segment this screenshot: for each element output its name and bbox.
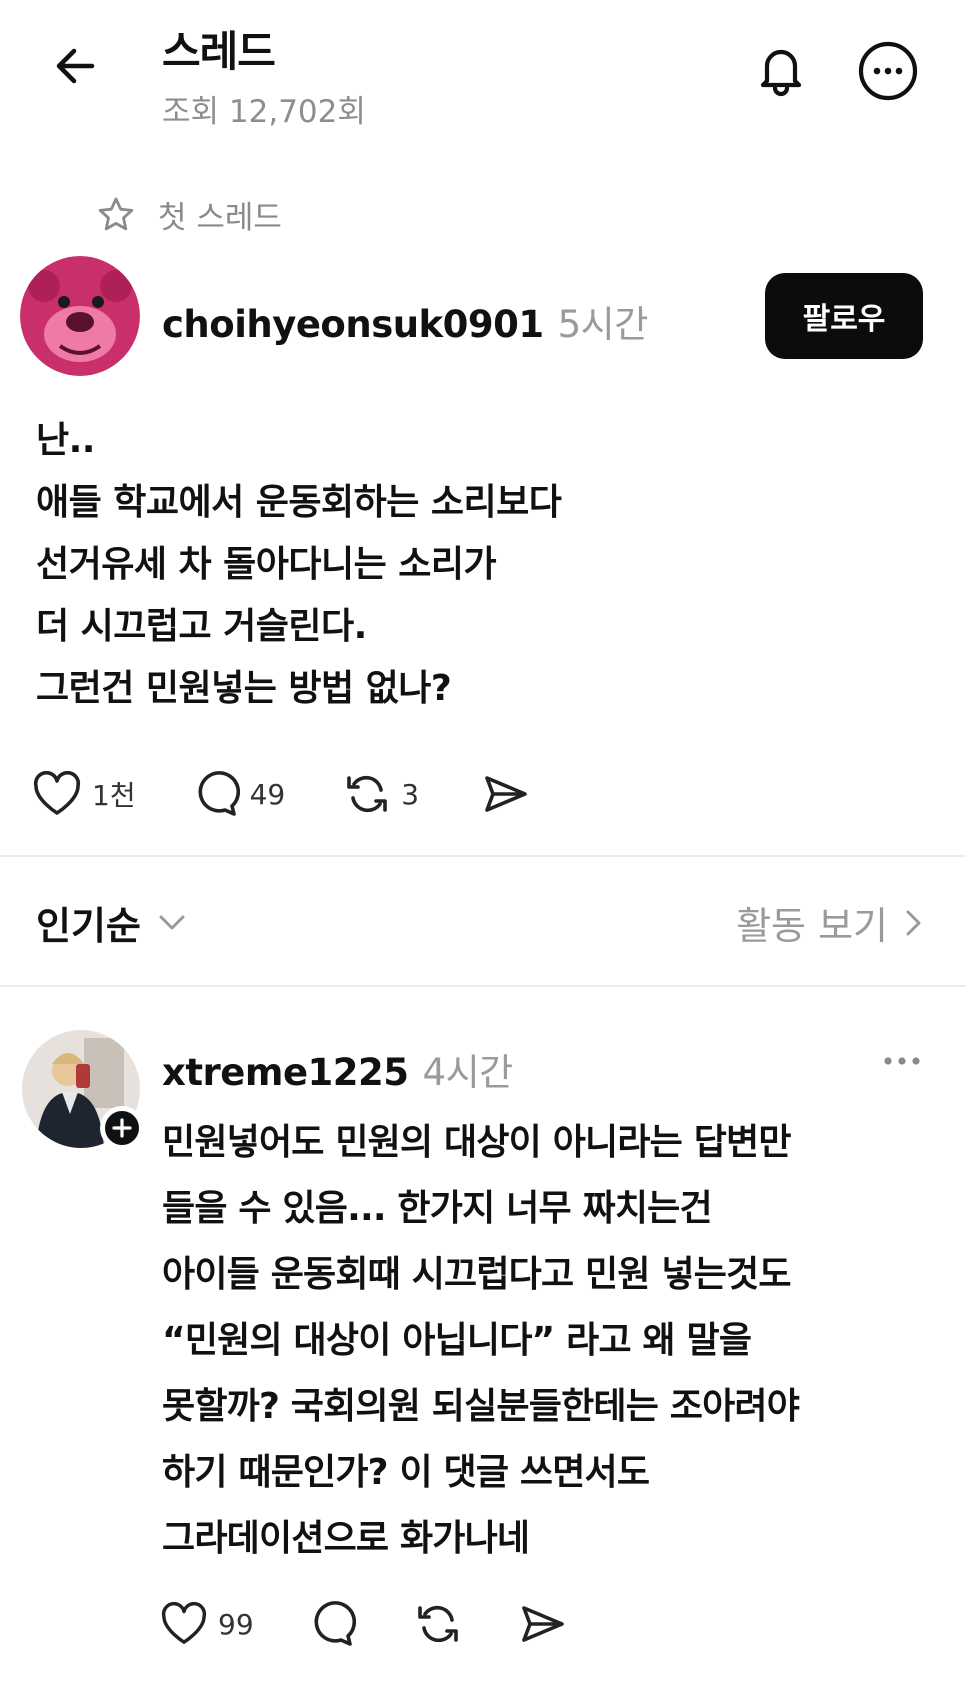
- post-actions: 1천 49 3: [32, 770, 529, 818]
- more-options-icon[interactable]: [857, 40, 919, 102]
- reply-username[interactable]: xtreme1225 4시간: [162, 1042, 513, 1096]
- repost-count: 3: [401, 777, 420, 811]
- reply-repost-button[interactable]: [414, 1600, 462, 1648]
- comment-button[interactable]: 49: [192, 770, 286, 818]
- send-icon: [481, 770, 529, 818]
- repost-button[interactable]: 3: [343, 770, 419, 818]
- view-activity-link[interactable]: 활동 보기: [736, 895, 922, 950]
- avatar[interactable]: [20, 256, 140, 376]
- like-button[interactable]: 1천: [32, 771, 136, 817]
- post-time: 5시간: [557, 303, 649, 346]
- reply-line: 들을 수 있음... 한가지 너무 짜치는건: [162, 1188, 713, 1229]
- reply-more-icon[interactable]: [883, 1055, 921, 1067]
- post-line: 그런건 민원넣는 방법 없나?: [36, 668, 452, 709]
- like-count: 1천: [92, 779, 136, 812]
- post-line: 선거유세 차 돌아다니는 소리가: [36, 544, 497, 585]
- comment-icon: [192, 770, 240, 818]
- reply-line: 아이들 운동회때 시끄럽다고 민원 넣는것도: [162, 1254, 792, 1295]
- activity-label: 활동 보기: [736, 904, 888, 948]
- bell-icon[interactable]: [752, 40, 810, 98]
- reply-text: 민원넣어도 민원의 대상이 아니라는 답변만 들을 수 있음... 한가지 너무…: [162, 1110, 962, 1572]
- share-button[interactable]: [481, 770, 529, 818]
- repost-icon: [343, 770, 391, 818]
- post-username-text[interactable]: choihyeonsuk0901: [162, 303, 544, 346]
- post-text: 난.. 애들 학교에서 운동회하는 소리보다 선거유세 차 돌아다니는 소리가 …: [36, 410, 936, 720]
- first-thread-label: 첫 스레드: [96, 192, 282, 237]
- reply-line: 하기 때문인가? 이 댓글 쓰면서도: [162, 1452, 650, 1493]
- view-count: 조회 12,702회: [162, 94, 366, 130]
- back-arrow-icon[interactable]: [52, 42, 100, 90]
- chevron-down-icon: [157, 913, 187, 933]
- comment-icon: [308, 1600, 356, 1648]
- reply-line: 민원넣어도 민원의 대상이 아니라는 답변만: [162, 1122, 792, 1163]
- post-line: 더 시끄럽고 거슬린다.: [36, 606, 367, 647]
- post-line: 애들 학교에서 운동회하는 소리보다: [36, 482, 562, 523]
- divider: [0, 985, 966, 987]
- sort-dropdown[interactable]: 인기순: [36, 895, 187, 950]
- reply-username-text[interactable]: xtreme1225: [162, 1051, 409, 1094]
- page-title: 스레드: [162, 27, 276, 76]
- sort-label: 인기순: [36, 904, 141, 948]
- post-username[interactable]: choihyeonsuk0901 5시간: [162, 294, 648, 348]
- repost-icon: [414, 1600, 462, 1648]
- reply-like-button[interactable]: 99: [160, 1602, 254, 1646]
- plus-icon: [112, 1118, 132, 1138]
- follow-plus-badge[interactable]: [100, 1106, 144, 1150]
- star-icon: [96, 195, 136, 235]
- reply-share-button[interactable]: [518, 1600, 566, 1648]
- heart-icon: [160, 1602, 208, 1646]
- reply-comment-button[interactable]: [308, 1600, 356, 1648]
- follow-button[interactable]: 팔로우: [765, 273, 923, 359]
- chevron-right-icon: [904, 908, 922, 938]
- heart-icon: [32, 771, 82, 817]
- reply-line: 못할까? 국회의원 되실분들한테는 조아려야: [162, 1386, 800, 1427]
- reply-actions: 99: [160, 1600, 566, 1648]
- comment-count: 49: [249, 777, 286, 811]
- send-icon: [518, 1600, 566, 1648]
- reply-line: “민원의 대상이 아닙니다” 라고 왜 말을: [162, 1320, 752, 1361]
- divider: [0, 855, 966, 857]
- post-line: 난..: [36, 420, 95, 461]
- reply-line: 그라데이션으로 화가나네: [162, 1518, 530, 1559]
- reply-time: 4시간: [422, 1051, 514, 1094]
- first-thread-text: 첫 스레드: [158, 200, 282, 236]
- reply-like-count: 99: [218, 1607, 254, 1641]
